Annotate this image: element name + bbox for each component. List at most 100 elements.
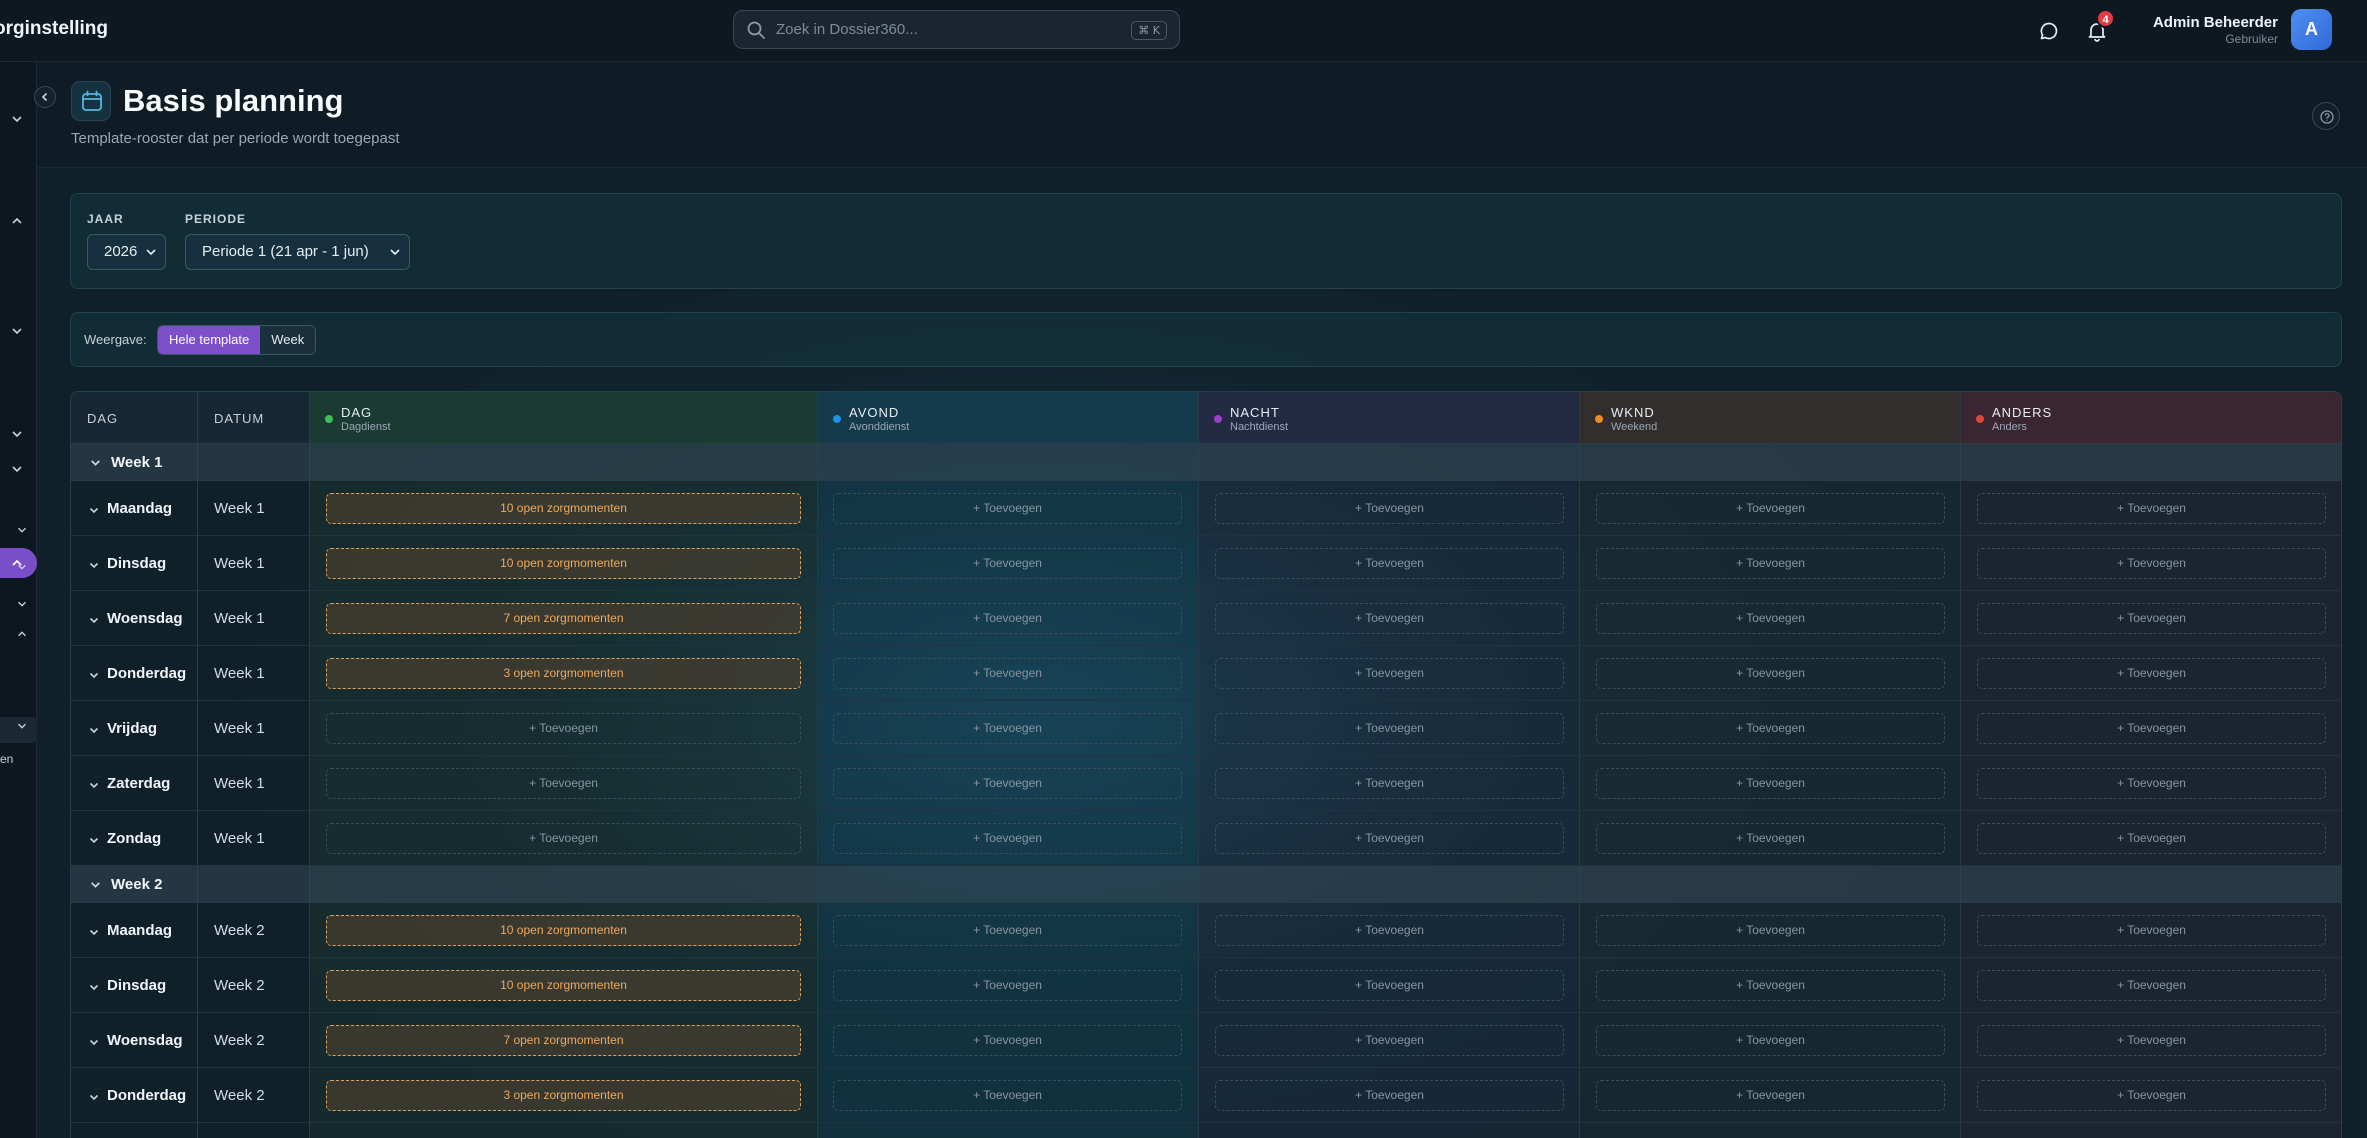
chevron-down-icon[interactable] xyxy=(88,613,100,625)
chevron-down-icon[interactable] xyxy=(10,112,24,126)
help-button[interactable] xyxy=(2312,102,2340,130)
add-button[interactable]: + Toevoegen xyxy=(1977,658,2326,689)
sidebar-item-label[interactable]: en xyxy=(0,752,13,766)
add-button[interactable]: + Toevoegen xyxy=(833,915,1182,946)
add-button[interactable]: + Toevoegen xyxy=(1215,603,1564,634)
chevron-down-icon[interactable] xyxy=(16,598,28,610)
add-button[interactable]: + Toevoegen xyxy=(833,823,1182,854)
add-button[interactable]: + Toevoegen xyxy=(1596,548,1945,579)
chevron-down-icon[interactable] xyxy=(16,524,28,536)
chevron-down-icon[interactable] xyxy=(88,778,100,790)
search-input[interactable]: Zoek in Dossier360... ⌘ K xyxy=(733,10,1180,49)
add-button[interactable]: + Toevoegen xyxy=(1215,915,1564,946)
chevron-down-icon[interactable] xyxy=(88,723,100,735)
period-select[interactable]: Periode 1 (21 apr - 1 jun) xyxy=(185,234,410,270)
chevron-down-icon[interactable] xyxy=(88,925,100,937)
add-button[interactable]: + Toevoegen xyxy=(1977,915,2326,946)
open-zorgmomenten-cell[interactable]: 10 open zorgmomenten xyxy=(326,970,801,1001)
add-button[interactable]: + Toevoegen xyxy=(1215,713,1564,744)
add-button[interactable]: + Toevoegen xyxy=(833,768,1182,799)
add-button[interactable]: + Toevoegen xyxy=(1977,970,2326,1001)
row-date: Week 2 xyxy=(214,1032,265,1049)
add-button[interactable]: + Toevoegen xyxy=(1977,823,2326,854)
add-button[interactable]: + Toevoegen xyxy=(1215,970,1564,1001)
year-select[interactable]: 2026 xyxy=(87,234,166,270)
chevron-up-icon[interactable] xyxy=(16,628,28,640)
add-button[interactable]: + Toevoegen xyxy=(1977,493,2326,524)
add-button[interactable]: + Toevoegen xyxy=(1596,970,1945,1001)
add-button[interactable]: + Toevoegen xyxy=(1596,493,1945,524)
add-button[interactable]: + Toevoegen xyxy=(1977,548,2326,579)
add-button[interactable]: + Toevoegen xyxy=(1215,1025,1564,1056)
add-button[interactable]: + Toevoegen xyxy=(1596,1025,1945,1056)
chevron-down-icon[interactable] xyxy=(16,561,28,573)
add-button[interactable]: + Toevoegen xyxy=(833,603,1182,634)
open-zorgmomenten-cell[interactable]: 3 open zorgmomenten xyxy=(326,658,801,689)
chevron-down-icon[interactable] xyxy=(88,558,100,570)
add-button[interactable]: + Toevoegen xyxy=(1596,713,1945,744)
row-date: Week 2 xyxy=(214,1087,265,1104)
add-button[interactable]: + Toevoegen xyxy=(833,658,1182,689)
open-zorgmomenten-cell[interactable]: 7 open zorgmomenten xyxy=(326,1025,801,1056)
row-day: Maandag xyxy=(107,922,173,939)
add-button[interactable]: + Toevoegen xyxy=(1596,603,1945,634)
header-shift-anders: ANDERS Anders xyxy=(1961,392,2341,444)
add-button[interactable]: + Toevoegen xyxy=(1215,823,1564,854)
header-shift-wknd: WKND Weekend xyxy=(1580,392,1961,444)
open-zorgmomenten-cell[interactable]: 3 open zorgmomenten xyxy=(326,1080,801,1111)
filter-card: JAAR 2026 PERIODE Periode 1 (21 apr - 1 … xyxy=(70,193,2342,289)
page-header: Basis planning Template-rooster dat per … xyxy=(37,62,2367,168)
week-group-row[interactable]: Week 2 xyxy=(71,866,2341,903)
add-button[interactable]: + Toevoegen xyxy=(1977,1080,2326,1111)
add-button[interactable]: + Toevoegen xyxy=(326,768,801,799)
add-button[interactable]: + Toevoegen xyxy=(833,970,1182,1001)
view-option-template[interactable]: Hele template xyxy=(158,326,261,354)
add-button[interactable]: + Toevoegen xyxy=(833,1080,1182,1111)
add-button[interactable]: + Toevoegen xyxy=(1215,658,1564,689)
add-button[interactable]: + Toevoegen xyxy=(833,493,1182,524)
chevron-down-icon[interactable] xyxy=(88,980,100,992)
shift-subtitle: Weekend xyxy=(1611,421,1658,433)
week-group-row[interactable]: Week 1 xyxy=(71,444,2341,481)
add-button[interactable]: + Toevoegen xyxy=(1596,823,1945,854)
chevron-down-icon[interactable] xyxy=(88,1035,100,1047)
open-zorgmomenten-cell[interactable]: 10 open zorgmomenten xyxy=(326,493,801,524)
add-button[interactable]: + Toevoegen xyxy=(1977,603,2326,634)
avatar[interactable]: A xyxy=(2291,9,2332,50)
week-label: Week 2 xyxy=(111,876,163,893)
open-zorgmomenten-cell[interactable]: 7 open zorgmomenten xyxy=(326,603,801,634)
add-button[interactable]: + Toevoegen xyxy=(833,713,1182,744)
chevron-up-icon[interactable] xyxy=(10,214,24,228)
chevron-down-icon[interactable] xyxy=(88,668,100,680)
view-option-week[interactable]: Week xyxy=(260,326,316,354)
add-button[interactable]: + Toevoegen xyxy=(1215,768,1564,799)
open-zorgmomenten-cell[interactable]: 10 open zorgmomenten xyxy=(326,548,801,579)
open-zorgmomenten-cell[interactable]: 10 open zorgmomenten xyxy=(326,915,801,946)
chevron-down-icon[interactable] xyxy=(16,720,28,732)
chevron-down-icon[interactable] xyxy=(10,324,24,338)
add-button[interactable]: + Toevoegen xyxy=(1215,493,1564,524)
add-button[interactable]: + Toevoegen xyxy=(833,1025,1182,1056)
chevron-down-icon[interactable] xyxy=(88,1090,100,1102)
add-button[interactable]: + Toevoegen xyxy=(1596,658,1945,689)
app-title: orginstelling xyxy=(0,18,108,39)
chat-icon[interactable] xyxy=(2038,20,2060,42)
add-button[interactable]: + Toevoegen xyxy=(1596,768,1945,799)
add-button[interactable]: + Toevoegen xyxy=(326,823,801,854)
add-button[interactable]: + Toevoegen xyxy=(1215,1080,1564,1111)
add-button[interactable]: + Toevoegen xyxy=(833,548,1182,579)
add-button[interactable]: + Toevoegen xyxy=(1596,1080,1945,1111)
chevron-down-icon[interactable] xyxy=(88,503,100,515)
row-day: Dinsdag xyxy=(107,555,167,572)
chevron-down-icon[interactable] xyxy=(88,833,100,845)
add-button[interactable]: + Toevoegen xyxy=(1215,548,1564,579)
add-button[interactable]: + Toevoegen xyxy=(1977,768,2326,799)
add-button[interactable]: + Toevoegen xyxy=(1977,1025,2326,1056)
chevron-down-icon[interactable] xyxy=(10,462,24,476)
chevron-down-icon[interactable] xyxy=(10,427,24,441)
add-button[interactable]: + Toevoegen xyxy=(1977,713,2326,744)
user-name[interactable]: Admin Beheerder xyxy=(2153,14,2278,31)
sidebar-collapse-button[interactable] xyxy=(34,86,56,108)
add-button[interactable]: + Toevoegen xyxy=(326,713,801,744)
add-button[interactable]: + Toevoegen xyxy=(1596,915,1945,946)
